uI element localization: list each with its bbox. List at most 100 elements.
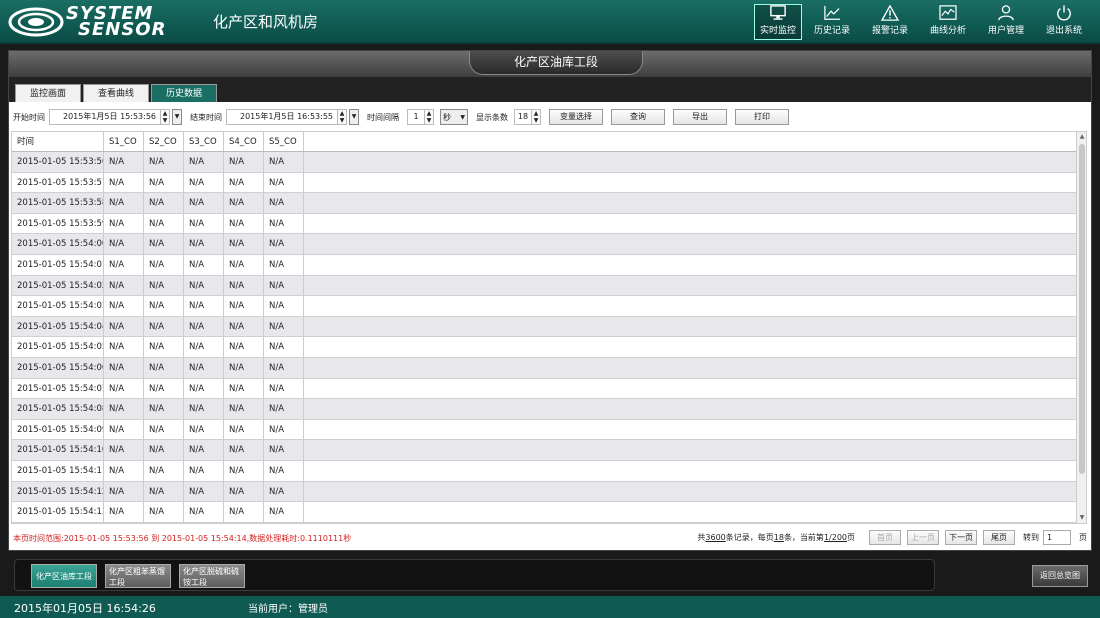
interval-spinner[interactable]: ▲ ▼ — [425, 109, 434, 125]
sensor-value-cell: N/A — [264, 275, 304, 296]
interval-input[interactable]: 1 — [407, 109, 425, 125]
table-row[interactable]: 2015-01-05 15:54:01 N/A N/A N/A N/A N/A — [12, 254, 1086, 276]
row-filler — [304, 317, 1086, 337]
sensor-value-cell: N/A — [144, 460, 184, 481]
column-header[interactable]: 时间 — [12, 132, 104, 151]
sensor-value-cell: N/A — [224, 378, 264, 399]
scroll-thumb[interactable] — [1079, 144, 1085, 474]
end-time-field[interactable]: 2015年1月5日 16:53:55 — [226, 109, 338, 125]
scroll-down-icon[interactable]: ▼ — [1078, 514, 1086, 522]
end-time-dropdown-icon[interactable]: ▼ — [349, 109, 359, 125]
nav-label: 报警记录 — [871, 26, 908, 36]
table-row[interactable]: 2015-01-05 15:54:09 N/A N/A N/A N/A N/A — [12, 419, 1086, 441]
sensor-value-cell: N/A — [224, 172, 264, 193]
nav-alarm[interactable]: 报警记录 — [862, 4, 918, 40]
tab-history-data[interactable]: 历史数据 — [151, 84, 217, 102]
table-row[interactable]: 2015-01-05 15:54:04 N/A N/A N/A N/A N/A — [12, 316, 1086, 338]
table-row[interactable]: 2015-01-05 15:54:12 N/A N/A N/A N/A N/A — [12, 481, 1086, 503]
column-header[interactable]: S4_CO — [224, 132, 264, 151]
sensor-value-cell: N/A — [104, 234, 144, 254]
nav-history[interactable]: 历史记录 — [804, 4, 860, 40]
interval-unit-select[interactable]: 秒 ▼ — [440, 109, 468, 125]
tab-view-curves[interactable]: 查看曲线 — [83, 84, 149, 102]
goto-label: 转到 — [1023, 533, 1039, 542]
row-filler — [304, 440, 1086, 460]
time-cell: 2015-01-05 15:54:12 — [12, 481, 104, 502]
export-button[interactable]: 导出 — [673, 109, 727, 125]
first-page-button[interactable]: 首页 — [869, 530, 901, 545]
tab-monitor-view[interactable]: 监控画面 — [15, 84, 81, 102]
sensor-value-cell: N/A — [264, 337, 304, 357]
table-row[interactable]: 2015-01-05 15:54:05 N/A N/A N/A N/A N/A — [12, 337, 1086, 358]
time-cell: 2015-01-05 15:54:11 — [12, 460, 104, 481]
sensor-value-cell: N/A — [184, 254, 224, 275]
status-footer: 2015年01月05日 16:54:26 当前用户：管理员 — [0, 596, 1100, 618]
sensor-value-cell: N/A — [144, 357, 184, 378]
sensor-value-cell: N/A — [224, 152, 264, 172]
sensor-value-cell: N/A — [144, 440, 184, 460]
table-row[interactable]: 2015-01-05 15:54:10 N/A N/A N/A N/A N/A — [12, 440, 1086, 461]
nav-realtime-monitor[interactable]: 实时监控 — [754, 4, 802, 40]
row-filler — [304, 193, 1086, 213]
nav-exit[interactable]: 退出系统 — [1036, 4, 1092, 40]
sensor-value-cell: N/A — [144, 254, 184, 275]
time-cell: 2015-01-05 15:54:06 — [12, 357, 104, 378]
back-to-overview-button[interactable]: 返回总览图 — [1032, 565, 1088, 587]
table-row[interactable]: 2015-01-05 15:54:02 N/A N/A N/A N/A N/A — [12, 275, 1086, 297]
variable-select-button[interactable]: 变量选择 — [549, 109, 603, 125]
time-cell: 2015-01-05 15:53:57 — [12, 172, 104, 193]
scroll-up-icon[interactable]: ▲ — [1078, 133, 1086, 141]
column-header[interactable]: S1_CO — [104, 132, 144, 151]
station-desulfurization[interactable]: 化产区脱硫和硫铵工段 — [179, 564, 245, 588]
print-button[interactable]: 打印 — [735, 109, 789, 125]
time-cell: 2015-01-05 15:54:10 — [12, 440, 104, 460]
column-header[interactable]: S2_CO — [144, 132, 184, 151]
column-header[interactable]: S5_CO — [264, 132, 304, 151]
end-time-spinner[interactable]: ▲ ▼ — [338, 109, 347, 125]
start-time-field[interactable]: 2015年1月5日 15:53:56 — [49, 109, 161, 125]
table-row[interactable]: 2015-01-05 15:53:58 N/A N/A N/A N/A N/A — [12, 193, 1086, 214]
vertical-scrollbar[interactable]: ▲ ▼ — [1076, 132, 1086, 523]
goto-page-input[interactable]: 1 — [1043, 530, 1071, 545]
nav-curve-analysis[interactable]: 曲线分析 — [920, 4, 976, 40]
start-time-dropdown-icon[interactable]: ▼ — [172, 109, 182, 125]
analysis-chart-icon — [939, 5, 957, 20]
column-header[interactable]: S3_CO — [184, 132, 224, 151]
sensor-value-cell: N/A — [224, 440, 264, 460]
sensor-value-cell: N/A — [184, 234, 224, 254]
query-button[interactable]: 查询 — [611, 109, 665, 125]
table-row[interactable]: 2015-01-05 15:54:13 N/A N/A N/A N/A N/A — [12, 502, 1086, 523]
table-row[interactable]: 2015-01-05 15:53:57 N/A N/A N/A N/A N/A — [12, 172, 1086, 194]
table-row[interactable]: 2015-01-05 15:54:11 N/A N/A N/A N/A N/A — [12, 460, 1086, 482]
time-cell: 2015-01-05 15:54:04 — [12, 316, 104, 337]
table-row[interactable]: 2015-01-05 15:54:06 N/A N/A N/A N/A N/A — [12, 357, 1086, 379]
sensor-value-cell: N/A — [104, 378, 144, 399]
count-input[interactable]: 18 — [514, 109, 532, 125]
sensor-value-cell: N/A — [224, 337, 264, 357]
sensor-value-cell: N/A — [264, 234, 304, 254]
start-time-spinner[interactable]: ▲ ▼ — [161, 109, 170, 125]
next-page-button[interactable]: 下一页 — [945, 530, 977, 545]
nav-user-management[interactable]: 用户管理 — [978, 4, 1034, 40]
sensor-value-cell: N/A — [104, 481, 144, 502]
last-page-button[interactable]: 尾页 — [983, 530, 1015, 545]
sensor-value-cell: N/A — [144, 172, 184, 193]
tabs-row: 监控画面 查看曲线 历史数据 — [9, 77, 1091, 102]
sensor-value-cell: N/A — [144, 337, 184, 357]
table-row[interactable]: 2015-01-05 15:54:07 N/A N/A N/A N/A N/A — [12, 378, 1086, 400]
station-crude-benzene[interactable]: 化产区粗苯蒸馏工段 — [105, 564, 171, 588]
table-row[interactable]: 2015-01-05 15:54:08 N/A N/A N/A N/A N/A — [12, 399, 1086, 420]
table-row[interactable]: 2015-01-05 15:54:03 N/A N/A N/A N/A N/A — [12, 296, 1086, 317]
table-row[interactable]: 2015-01-05 15:53:56 N/A N/A N/A N/A N/A — [12, 152, 1086, 173]
table-row[interactable]: 2015-01-05 15:53:59 N/A N/A N/A N/A N/A — [12, 213, 1086, 235]
sensor-value-cell: N/A — [224, 357, 264, 378]
nav-label: 用户管理 — [987, 26, 1024, 36]
station-oil-depot[interactable]: 化产区油库工段 — [31, 564, 97, 588]
top-bar: SYSTEM SENSOR 化产区和风机房 实时监控 历史记录 报警记录 曲线分… — [0, 0, 1100, 44]
table-body: 2015-01-05 15:53:56 N/A N/A N/A N/A N/A 2015-0… — [12, 152, 1086, 523]
nav-label: 历史记录 — [813, 26, 850, 36]
table-row[interactable]: 2015-01-05 15:54:00 N/A N/A N/A N/A N/A — [12, 234, 1086, 255]
history-data-table: 时间 S1_CO S2_CO S3_CO S4_CO S5_CO 2015-01… — [11, 131, 1087, 524]
prev-page-button[interactable]: 上一页 — [907, 530, 939, 545]
count-spinner[interactable]: ▲ ▼ — [532, 109, 541, 125]
